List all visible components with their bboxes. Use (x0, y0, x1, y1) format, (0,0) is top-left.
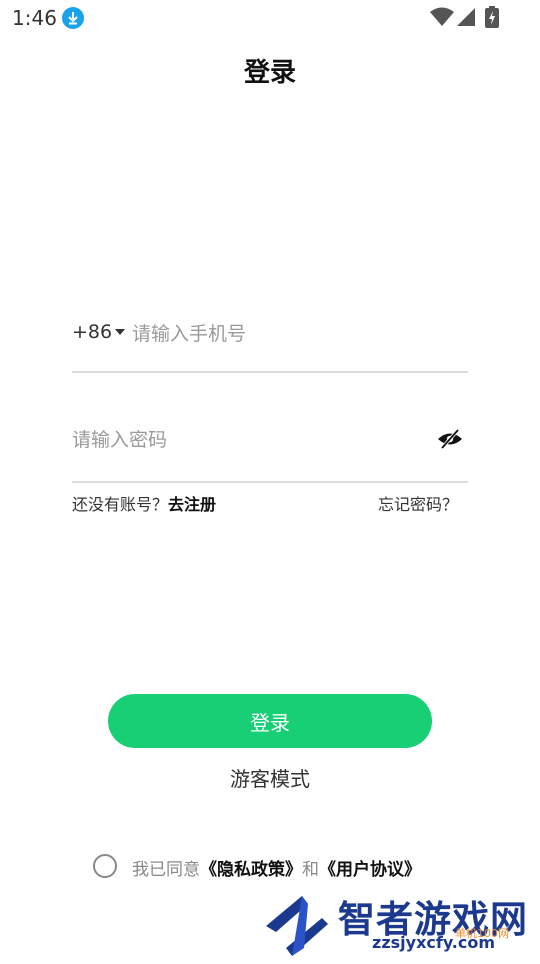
user-agreement-link[interactable]: 《用户协议》 (319, 860, 421, 880)
register-link[interactable]: 去注册 (168, 495, 216, 514)
phone-input[interactable] (132, 318, 462, 350)
country-code-label: +86 (72, 321, 113, 343)
register-prompt: 还没有账号？去注册 (72, 491, 216, 515)
wifi-icon (430, 7, 454, 31)
agreement-prefix: 我已同意 (132, 860, 200, 880)
phone-divider (72, 371, 468, 373)
forgot-password-link[interactable]: 忘记密码？ (378, 491, 458, 515)
agreement-text: 我已同意《隐私政策》和《用户协议》 (132, 855, 421, 880)
agreement-radio[interactable] (93, 854, 117, 878)
battery-icon (485, 6, 499, 32)
login-button[interactable]: 登录 (108, 694, 432, 748)
eye-off-icon[interactable] (437, 428, 463, 454)
password-divider (72, 481, 468, 483)
agreement-and: 和 (302, 860, 319, 880)
signal-icon (456, 7, 476, 31)
download-icon (62, 7, 84, 29)
caret-down-icon (115, 329, 126, 335)
no-account-text: 还没有账号？ (72, 495, 169, 514)
guest-mode-link[interactable]: 游客模式 (0, 763, 540, 792)
country-code-selector[interactable]: +86 (72, 321, 126, 343)
page-title: 登录 (243, 58, 296, 88)
watermark-domain: zzsjyxcfy.com (372, 933, 496, 952)
password-input[interactable] (72, 424, 422, 456)
privacy-policy-link[interactable]: 《隐私政策》 (200, 860, 302, 880)
status-time: 1:46 (12, 6, 57, 30)
